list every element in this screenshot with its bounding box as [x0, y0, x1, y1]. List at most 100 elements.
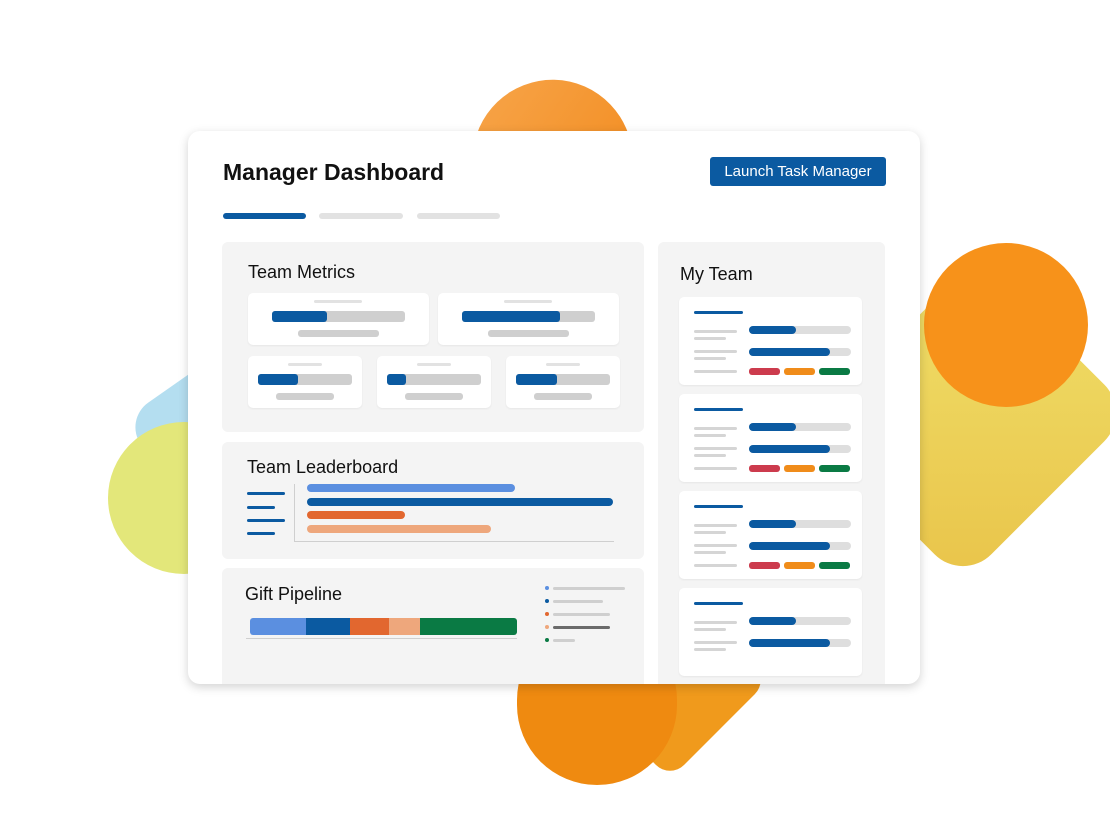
member-label-placeholder: [694, 621, 737, 624]
leaderboard-bar: [307, 498, 613, 506]
metric-progress-track: [516, 374, 610, 385]
my-team-panel: My Team: [658, 242, 885, 684]
metric-card[interactable]: [438, 293, 619, 345]
metric-card[interactable]: [377, 356, 491, 408]
member-label-placeholder: [694, 531, 726, 534]
member-status-pill: [784, 562, 815, 569]
metric-caption-placeholder: [488, 330, 569, 337]
metric-card[interactable]: [506, 356, 620, 408]
member-label-placeholder: [694, 454, 726, 457]
pipeline-segment: [388, 618, 420, 635]
member-progress-track: [749, 617, 851, 625]
member-progress-fill: [749, 326, 796, 334]
metric-label-placeholder: [288, 363, 322, 366]
pipeline-segment: [419, 618, 517, 635]
leaderboard-name-placeholder: [247, 532, 275, 535]
member-progress-track: [749, 326, 851, 334]
leaderboard-bar: [307, 525, 491, 533]
metric-caption-placeholder: [405, 393, 463, 400]
member-label-placeholder: [694, 370, 737, 373]
metric-caption-placeholder: [534, 393, 592, 400]
metric-progress-fill: [272, 311, 327, 322]
team-member-card[interactable]: [679, 491, 862, 579]
member-status-pill: [819, 368, 850, 375]
member-status-pill: [784, 465, 815, 472]
leaderboard-axis-x: [294, 541, 614, 542]
member-label-placeholder: [694, 544, 737, 547]
metric-progress-track: [272, 311, 405, 322]
member-label-placeholder: [694, 337, 726, 340]
member-progress-fill: [749, 542, 830, 550]
legend-label-placeholder: [553, 626, 610, 629]
member-label-placeholder: [694, 357, 726, 360]
member-progress-fill: [749, 348, 830, 356]
member-status-pill: [749, 465, 780, 472]
pipeline-segment: [250, 618, 307, 635]
tab-1[interactable]: [223, 213, 306, 219]
metric-label-placeholder: [504, 300, 552, 303]
legend-dot: [545, 599, 549, 603]
member-label-placeholder: [694, 467, 737, 470]
team-leaderboard-panel: Team Leaderboard: [222, 442, 644, 559]
tab-2[interactable]: [319, 213, 403, 219]
member-label-placeholder: [694, 427, 737, 430]
team-member-card[interactable]: [679, 297, 862, 385]
team-metrics-panel: Team Metrics: [222, 242, 644, 432]
metric-progress-fill: [387, 374, 406, 385]
member-name-placeholder: [694, 408, 743, 411]
tab-3[interactable]: [417, 213, 500, 219]
legend-label-placeholder: [553, 600, 603, 603]
member-progress-track: [749, 639, 851, 647]
metric-progress-fill: [462, 311, 561, 322]
metric-caption-placeholder: [298, 330, 379, 337]
metric-card[interactable]: [248, 293, 429, 345]
member-label-placeholder: [694, 447, 737, 450]
my-team-title: My Team: [680, 264, 753, 284]
legend-dot: [545, 625, 549, 629]
member-label-placeholder: [694, 628, 726, 631]
leaderboard-axis-y: [294, 484, 295, 542]
legend-label-placeholder: [553, 587, 625, 590]
leaderboard-name-placeholder: [247, 492, 285, 495]
gift-pipeline-stacked-bar: [250, 618, 517, 635]
gift-pipeline-axis: [246, 638, 517, 639]
leaderboard-bar: [307, 484, 516, 492]
member-label-placeholder: [694, 641, 737, 644]
team-metrics-title: Team Metrics: [248, 262, 356, 282]
member-progress-track: [749, 445, 851, 453]
legend-label-placeholder: [553, 639, 575, 642]
member-label-placeholder: [694, 551, 726, 554]
member-status-pill: [819, 465, 850, 472]
metric-progress-track: [258, 374, 352, 385]
metric-card[interactable]: [248, 356, 362, 408]
team-member-card[interactable]: [679, 394, 862, 482]
page-title: Manager Dashboard: [223, 159, 445, 185]
metric-label-placeholder: [546, 363, 580, 366]
metric-progress-track: [387, 374, 481, 385]
member-progress-fill: [749, 639, 830, 647]
member-label-placeholder: [694, 330, 737, 333]
leaderboard-bar: [307, 511, 405, 519]
team-member-card[interactable]: [679, 588, 862, 676]
team-leaderboard-title: Team Leaderboard: [247, 457, 399, 477]
member-progress-track: [749, 542, 851, 550]
metric-label-placeholder: [314, 300, 362, 303]
gift-pipeline-panel: Gift Pipeline: [222, 568, 644, 684]
member-progress-track: [749, 520, 851, 528]
pipeline-segment: [306, 618, 351, 635]
gift-pipeline-title: Gift Pipeline: [245, 584, 343, 604]
legend-dot: [545, 612, 549, 616]
legend-dot: [545, 586, 549, 590]
member-name-placeholder: [694, 505, 743, 508]
launch-task-manager-button[interactable]: Launch Task Manager: [710, 157, 886, 186]
metric-progress-track: [462, 311, 595, 322]
member-progress-fill: [749, 520, 796, 528]
member-progress-fill: [749, 617, 796, 625]
member-label-placeholder: [694, 350, 737, 353]
member-status-pill: [749, 368, 780, 375]
metric-progress-fill: [516, 374, 558, 385]
metric-progress-fill: [258, 374, 299, 385]
metric-caption-placeholder: [276, 393, 334, 400]
member-name-placeholder: [694, 311, 743, 314]
member-status-pill: [819, 562, 850, 569]
